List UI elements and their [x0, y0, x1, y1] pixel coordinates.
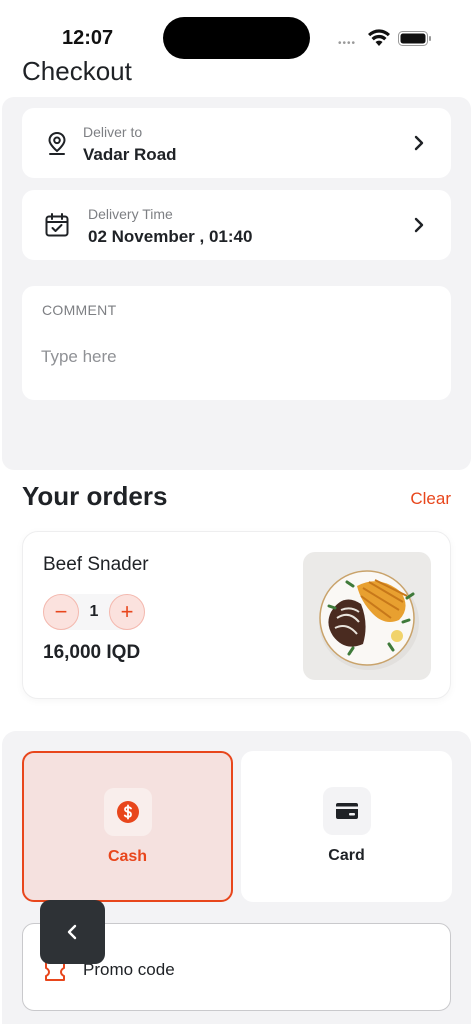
signal-icon: •••• [338, 38, 357, 49]
clear-orders-button[interactable]: Clear [410, 489, 451, 509]
chevron-right-icon [414, 135, 424, 151]
increase-quantity-button[interactable]: + [109, 594, 145, 630]
payment-option-cash[interactable]: Cash [22, 751, 233, 902]
cash-icon-box [103, 788, 152, 836]
comment-card: COMMENT [22, 286, 451, 400]
decrease-quantity-button[interactable]: − [43, 594, 79, 630]
food-image [303, 552, 431, 680]
location-pin-icon [48, 131, 66, 155]
deliver-to-card[interactable]: Deliver to Vadar Road [22, 108, 451, 178]
delivery-time-value: 02 November , 01:40 [88, 227, 253, 246]
card-label: Card [328, 847, 365, 864]
page-title: Checkout [22, 56, 132, 86]
credit-card-icon [335, 803, 358, 819]
status-time: 12:07 [62, 27, 114, 49]
comment-label: COMMENT [42, 302, 117, 318]
order-item-name: Beef Snader [43, 554, 149, 575]
back-button[interactable] [40, 900, 105, 964]
card-icon-box [322, 787, 371, 835]
dynamic-island [163, 17, 310, 59]
chevron-left-icon [67, 924, 77, 940]
deliver-to-label: Deliver to [83, 124, 143, 140]
orders-title: Your orders [22, 481, 168, 511]
deliver-to-value: Vadar Road [83, 145, 177, 164]
payment-option-card[interactable]: Card [241, 751, 452, 902]
quantity-value: 1 [89, 603, 99, 620]
chevron-right-icon [414, 217, 424, 233]
comment-input[interactable] [41, 342, 431, 372]
cash-label: Cash [107, 848, 148, 865]
delivery-time-card[interactable]: Delivery Time 02 November , 01:40 [22, 190, 451, 260]
calendar-icon [45, 213, 69, 237]
order-item-price: 16,000 IQD [43, 642, 141, 663]
quantity-stepper: − 1 + [43, 594, 145, 630]
order-item-card: Beef Snader − 1 + 16,000 IQD [22, 531, 451, 699]
delivery-time-label: Delivery Time [88, 206, 173, 222]
status-bar: 12:07 •••• [0, 0, 473, 60]
dollar-coin-icon [116, 801, 139, 823]
battery-icon [398, 31, 431, 46]
wifi-icon [368, 29, 390, 46]
